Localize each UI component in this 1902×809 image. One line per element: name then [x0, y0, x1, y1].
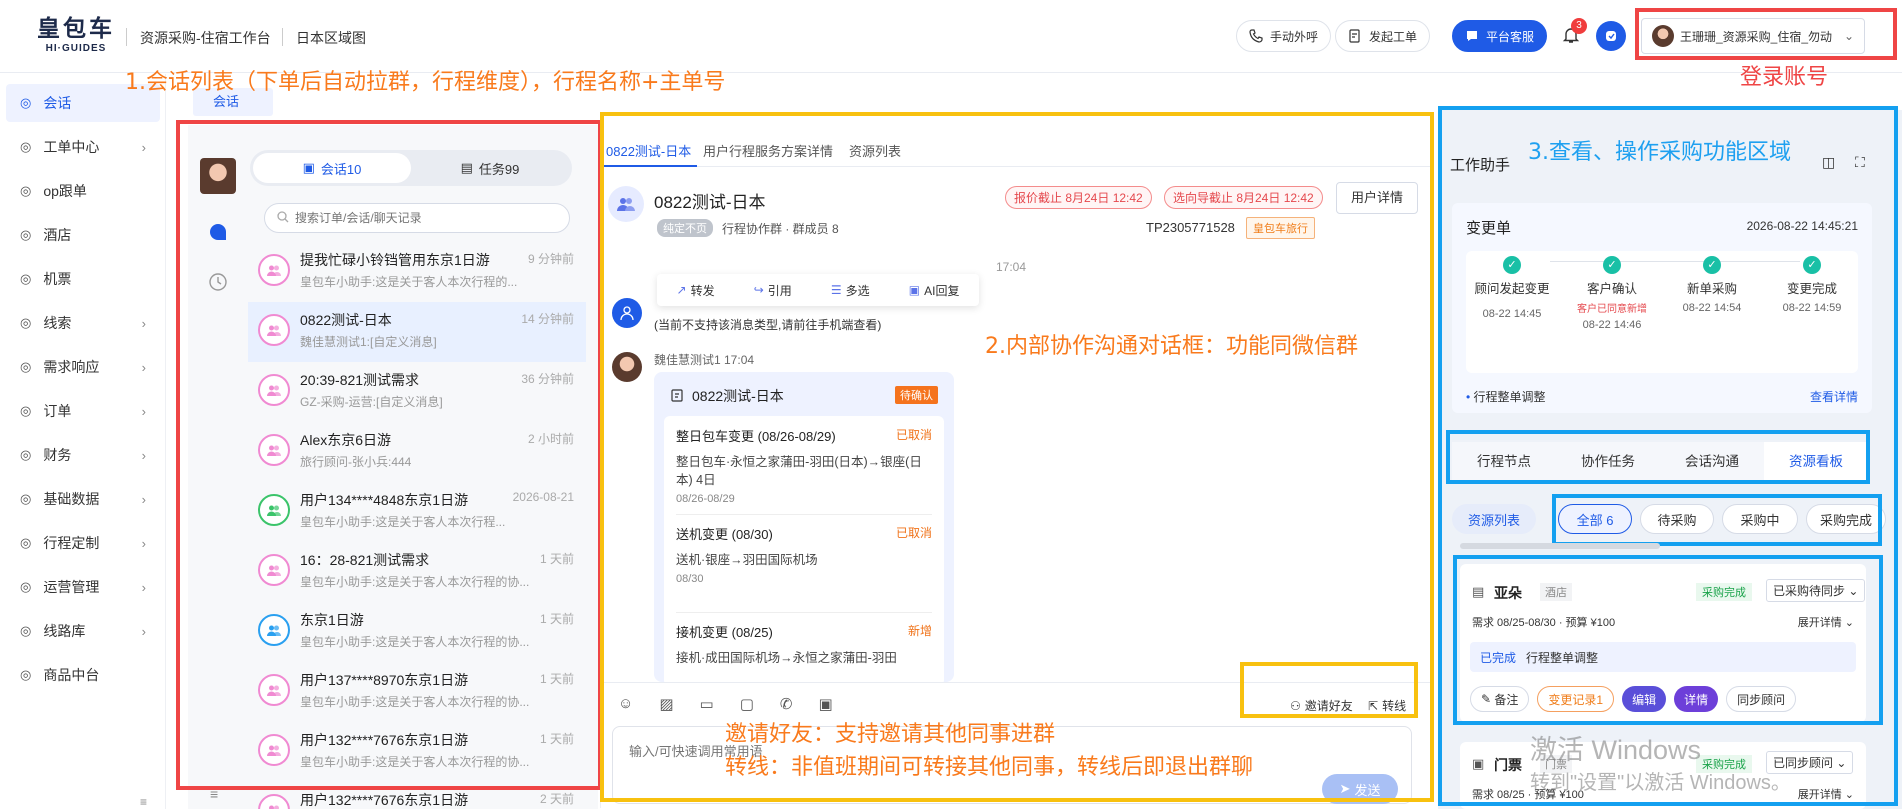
sidebar-item[interactable]: ◎ 财务 ›	[6, 436, 160, 474]
sidebar-item[interactable]: ◎ 酒店	[6, 216, 160, 254]
ticket-icon	[1348, 29, 1362, 43]
lead-icon: ◎	[20, 315, 32, 330]
sidebar-item-label: 机票	[43, 271, 72, 287]
sidebar-item-label: 线索	[43, 315, 72, 331]
manual-call-button[interactable]: 手动外呼	[1236, 20, 1332, 52]
create-ticket-button[interactable]: 发起工单	[1335, 20, 1431, 52]
region-switcher[interactable]: 日本区域图	[296, 28, 366, 48]
check-icon: ✓	[1803, 256, 1821, 274]
sidebar-item-label: op跟单	[43, 183, 87, 199]
sidebar-item[interactable]: ◎ 机票	[6, 260, 160, 298]
phone-icon	[1249, 29, 1263, 43]
demand-icon: ◎	[20, 359, 32, 374]
order-icon: ◎	[20, 403, 32, 418]
sidebar-item-label: 酒店	[43, 227, 72, 243]
sidebar-item-label: 需求响应	[43, 359, 100, 375]
sidebar-item-label: 会话	[43, 95, 72, 111]
sidebar-item[interactable]: ◎ 需求响应 ›	[6, 348, 160, 386]
sidebar-item[interactable]: ◎ 行程定制 ›	[6, 524, 160, 562]
sidebar-item[interactable]: ◎ 基础数据 ›	[6, 480, 160, 518]
annotation-chat-list: 1.会话列表（下单后自动拉群，行程维度），行程名称+主单号	[125, 70, 726, 95]
sidebar-item-label: 行程定制	[43, 535, 100, 551]
track-icon: ◎	[20, 183, 32, 198]
chevron-right-icon: ›	[141, 139, 146, 155]
chevron-right-icon: ›	[141, 491, 146, 507]
clock-check-icon	[1604, 29, 1618, 43]
check-icon: ✓	[1503, 256, 1521, 274]
goods-icon: ◎	[20, 667, 32, 682]
message-icon	[1465, 29, 1479, 43]
notification-count: 3	[1571, 18, 1587, 34]
divider	[126, 28, 127, 46]
annotation-login-box	[1635, 8, 1897, 60]
group-avatar	[258, 794, 290, 809]
sidebar-item[interactable]: ◎ 商品中台	[6, 656, 160, 694]
sidebar-item-label: 商品中台	[43, 667, 100, 683]
sidebar-item[interactable]: ◎ 运营管理 ›	[6, 568, 160, 606]
sidebar-item-label: 订单	[43, 403, 72, 419]
sidebar-item[interactable]: ◎ 工单中心 ›	[6, 128, 160, 166]
itinerary-icon: ◎	[20, 535, 32, 550]
top-bar: 皇包车 HI·GUIDES 资源采购-住宿工作台 日本区域图 手动外呼 发起工单…	[0, 0, 1902, 73]
chevron-right-icon: ›	[141, 447, 146, 463]
divider	[282, 28, 283, 46]
brand-name-en: HI·GUIDES	[45, 43, 107, 54]
annotation-assistant-box	[1438, 106, 1898, 806]
brand-name-cn: 皇包车	[37, 15, 115, 41]
route-icon: ◎	[20, 623, 32, 638]
sidebar-item[interactable]: ◎ op跟单	[6, 172, 160, 210]
manual-call-label: 手动外呼	[1270, 29, 1319, 44]
sidebar-item-label: 运营管理	[43, 579, 100, 595]
check-icon: ✓	[1703, 256, 1721, 274]
sidebar-item[interactable]: ◎ 订单 ›	[6, 392, 160, 430]
data-icon: ◎	[20, 491, 32, 506]
annotation-login: 登录账号	[1740, 65, 1829, 90]
activation-watermark-text: 转到"设置"以激活 Windows。	[1530, 772, 1791, 794]
status-button[interactable]	[1596, 21, 1626, 51]
chevron-right-icon: ›	[141, 315, 146, 331]
chevron-right-icon: ›	[141, 579, 146, 595]
chat-icon: ◎	[20, 95, 32, 110]
group-icon	[269, 805, 279, 809]
sidebar: ◎ 会话 ◎ 工单中心 › ◎ op跟单 ◎ 酒店 ◎ 机票 ◎ 线索 › ◎ 需求响应 › ◎ 订单 › ◎ 财务 › ◎ 基…	[0, 74, 166, 809]
chevron-right-icon: ›	[141, 535, 146, 551]
annotation-chat-list-box	[176, 120, 602, 790]
check-icon: ✓	[1603, 256, 1621, 274]
brand-logo[interactable]: 皇包车 HI·GUIDES	[32, 14, 120, 60]
platform-service-label: 平台客服	[1486, 29, 1535, 44]
ops-icon: ◎	[20, 579, 32, 594]
sidebar-item-label: 工单中心	[43, 139, 100, 155]
chevron-right-icon: ›	[141, 359, 146, 375]
sidebar-item-label: 基础数据	[43, 491, 100, 507]
hotel-icon: ◎	[20, 227, 32, 242]
notification-bell[interactable]: 3	[1562, 18, 1587, 46]
finance-icon: ◎	[20, 447, 32, 462]
workspace-switcher[interactable]: 资源采购-住宿工作台	[140, 28, 271, 48]
create-ticket-label: 发起工单	[1369, 29, 1418, 44]
chat-item-body: 用户132****7676东京1日游	[300, 790, 576, 809]
plane-icon: ◎	[20, 271, 32, 286]
annotation-chat-area-box	[600, 112, 1434, 802]
platform-service-button[interactable]: 平台客服	[1452, 20, 1548, 52]
sidebar-item-label: 线路库	[43, 623, 86, 639]
chat-item-title: 用户132****7676东京1日游	[300, 792, 469, 808]
sidebar-item[interactable]: ◎ 线索 ›	[6, 304, 160, 342]
sidebar-item-label: 财务	[43, 447, 72, 463]
chevron-right-icon: ›	[141, 403, 146, 419]
menu-collapse-icon[interactable]: ≡	[140, 795, 147, 809]
ticket-icon: ◎	[20, 139, 32, 154]
activation-watermark-title: 激活 Windows	[1530, 735, 1702, 765]
sidebar-item[interactable]: ◎ 线路库 ›	[6, 612, 160, 650]
chevron-right-icon: ›	[141, 623, 146, 639]
chat-item-time: 2 天前	[539, 792, 574, 806]
